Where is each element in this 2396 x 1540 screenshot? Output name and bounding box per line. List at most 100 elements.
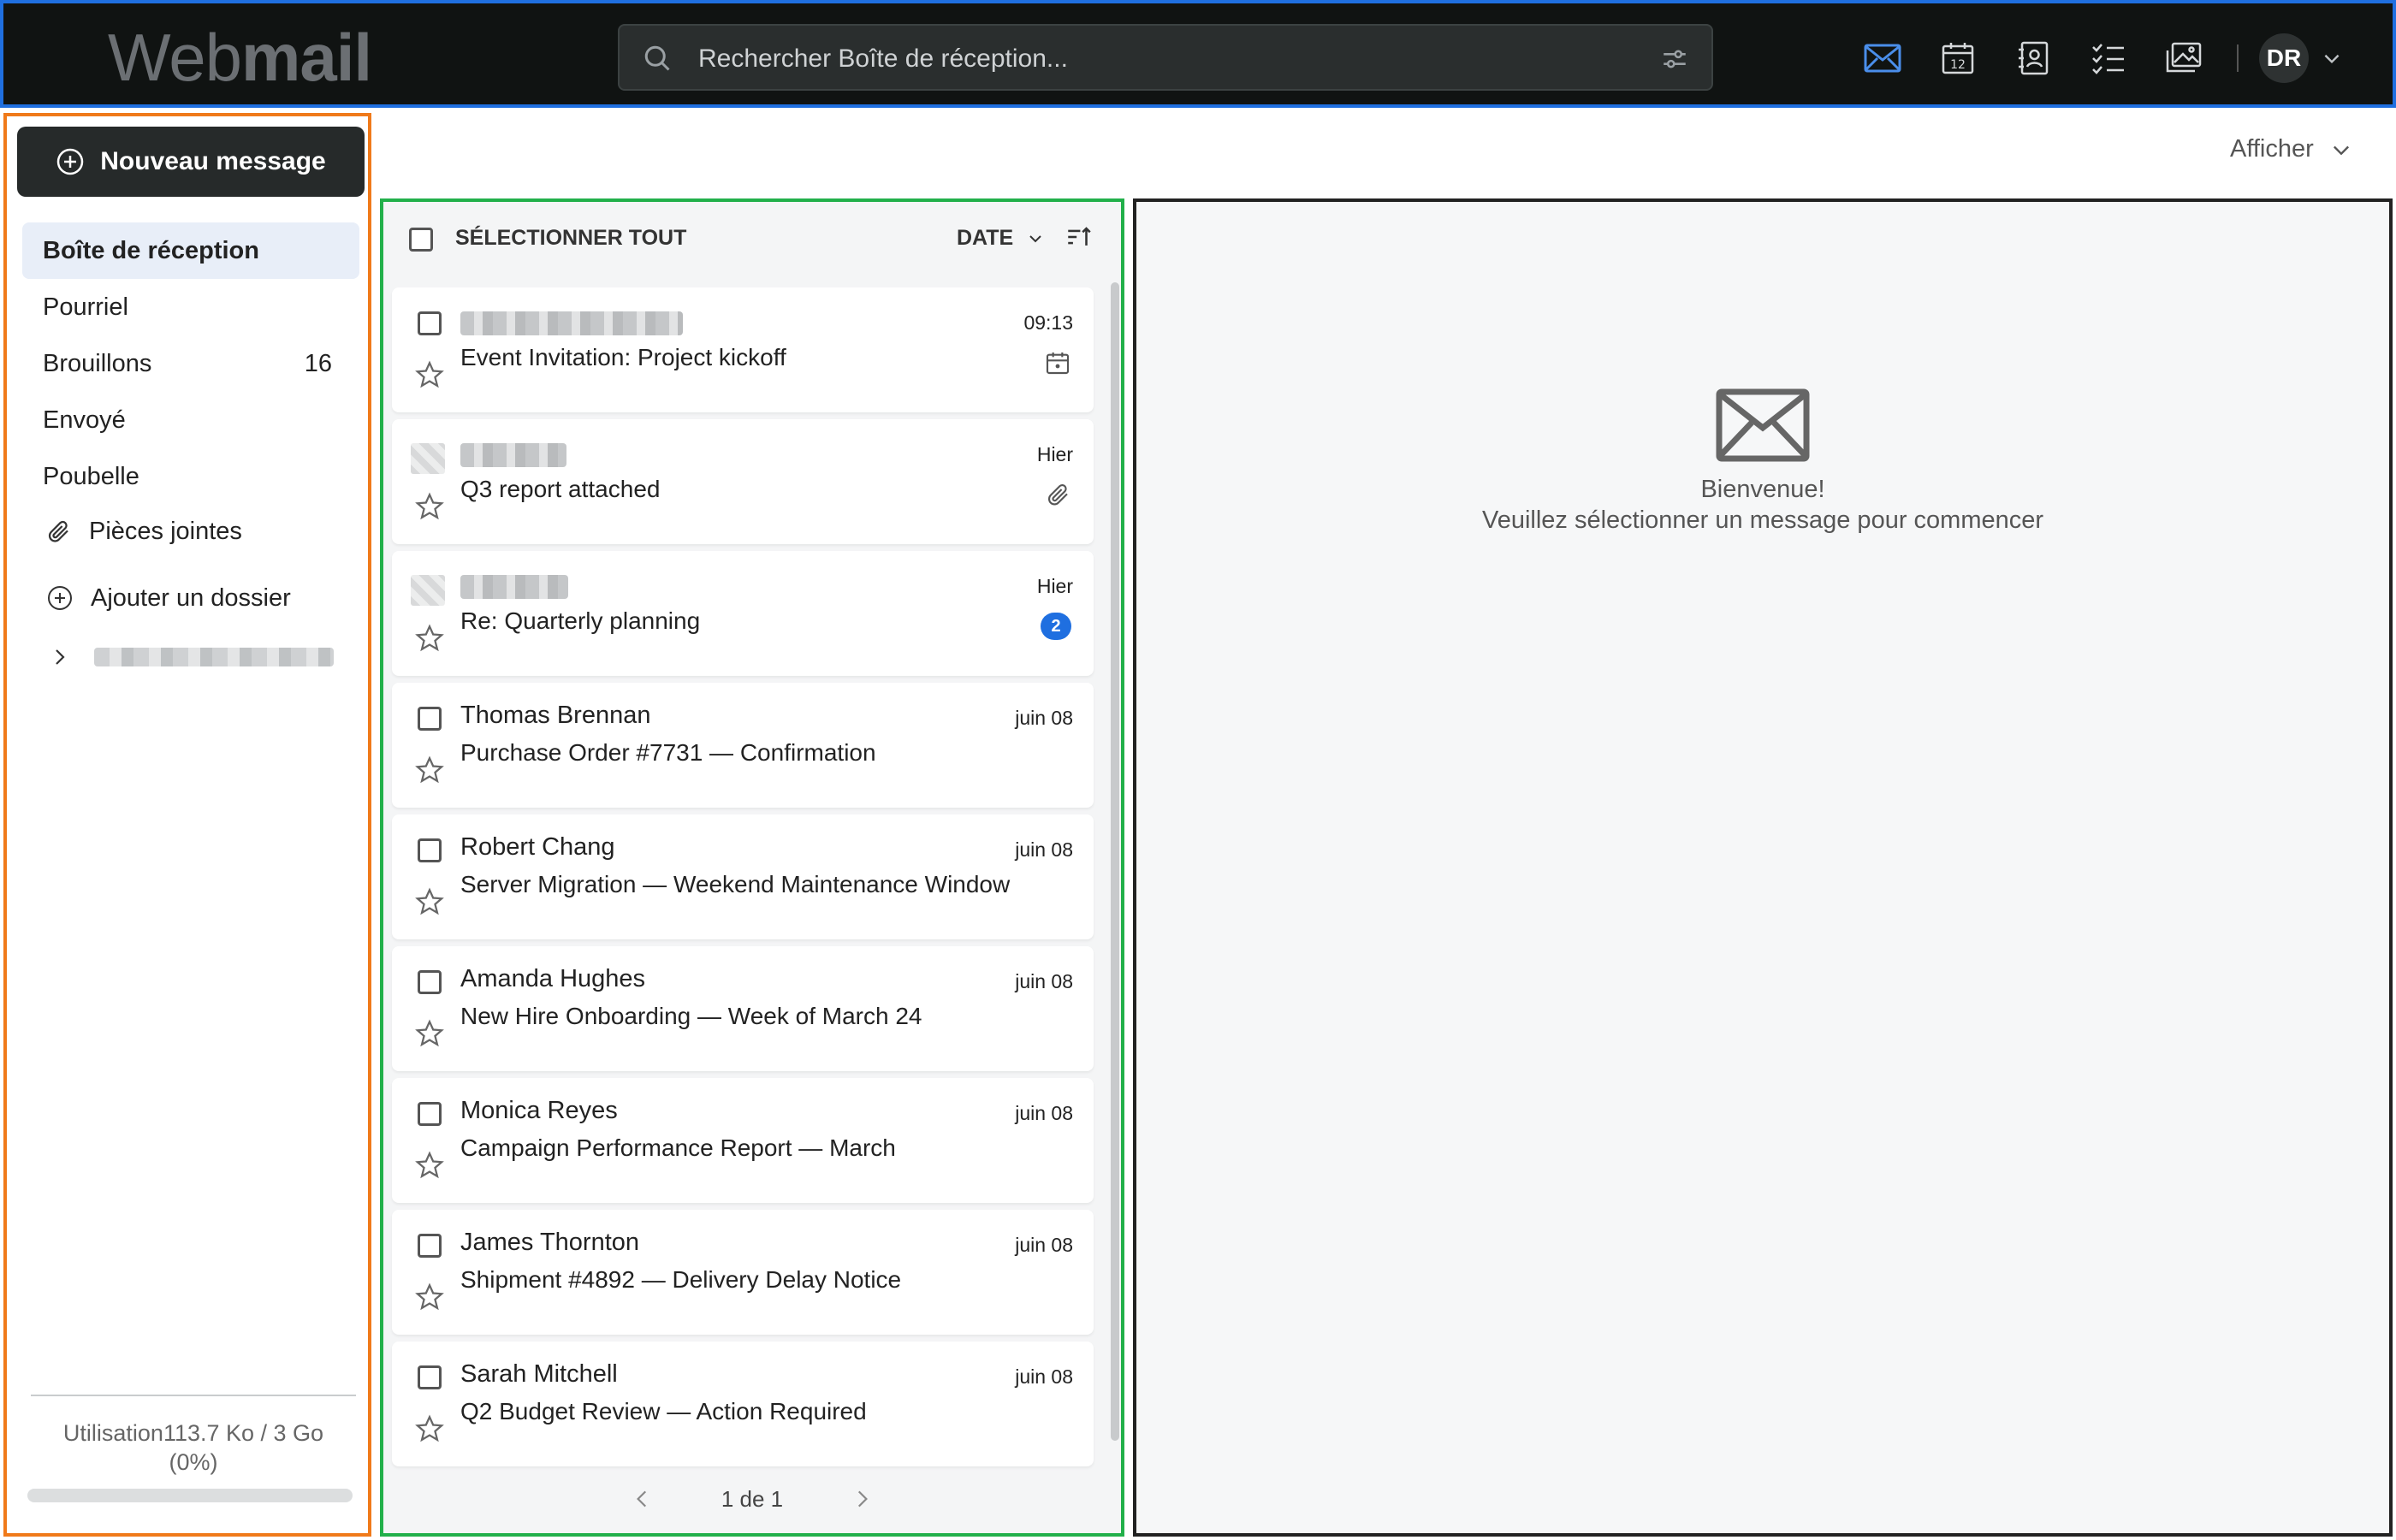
filter-sliders-icon[interactable] — [1660, 44, 1689, 74]
star-icon[interactable] — [414, 623, 445, 654]
select-all-checkbox[interactable] — [409, 228, 433, 252]
tasks-app-button[interactable] — [2086, 36, 2131, 80]
svg-text:12: 12 — [1950, 58, 1966, 72]
list-header: SÉLECTIONNER TOUT DATE — [383, 202, 1121, 277]
row-checkbox[interactable] — [418, 1365, 442, 1389]
folder-drafts[interactable]: Brouillons 16 — [22, 335, 359, 392]
message-row[interactable]: Robert Chang Server Migration — Weekend … — [392, 814, 1094, 939]
folder-spam[interactable]: Pourriel — [22, 279, 359, 335]
next-page-button[interactable] — [845, 1482, 879, 1516]
message-time: juin 08 — [1015, 1234, 1073, 1256]
calendar-app-button[interactable]: 12 — [1936, 36, 1980, 80]
pagination: 1 de 1 — [383, 1465, 1121, 1533]
search-placeholder: Rechercher Boîte de réception... — [698, 44, 1068, 73]
mail-icon — [1864, 44, 1901, 73]
sort-by-date-button[interactable]: DATE — [957, 226, 1046, 251]
row-checkbox[interactable] — [418, 311, 442, 335]
thread-count-badge: 2 — [1041, 613, 1071, 640]
star-icon[interactable] — [414, 1413, 445, 1444]
custom-folder-item[interactable] — [50, 645, 334, 669]
sort-order-icon[interactable] — [1065, 222, 1094, 252]
message-time: Hier — [1036, 575, 1073, 597]
plus-circle-icon — [57, 148, 84, 175]
row-checkbox[interactable] — [418, 707, 442, 731]
folder-label: Poubelle — [43, 462, 139, 490]
photos-app-button[interactable] — [2162, 36, 2206, 80]
folder-sent[interactable]: Envoyé — [22, 392, 359, 448]
storage-usage: Utilisation113.7 Ko / 3 Go (0%) — [24, 1419, 363, 1477]
view-menu-label: Afficher — [2230, 135, 2314, 163]
message-subject: Server Migration — Weekend Maintenance W… — [460, 871, 1011, 897]
chevron-left-icon — [636, 1490, 646, 1507]
message-subject: Re: Quarterly planning — [460, 607, 701, 634]
chevron-down-icon[interactable] — [2321, 47, 2343, 69]
message-time: juin 08 — [1015, 1102, 1073, 1124]
new-message-button[interactable]: Nouveau message — [17, 127, 365, 197]
message-row[interactable]: Thomas Brennan Purchase Order #7731 — Co… — [392, 683, 1094, 808]
folder-label: Envoyé — [43, 406, 126, 434]
row-checkbox[interactable] — [418, 1102, 442, 1126]
paperclip-icon — [1048, 484, 1068, 506]
sender-redacted — [460, 443, 566, 467]
star-icon[interactable] — [414, 755, 445, 785]
message-row[interactable]: James Thornton Shipment #4892 — Delivery… — [392, 1210, 1094, 1335]
message-sender: Robert Chang — [460, 833, 615, 861]
toolbar-divider — [2237, 44, 2239, 72]
star-icon[interactable] — [414, 491, 445, 522]
app-logo[interactable]: Webmail — [108, 19, 372, 96]
star-icon[interactable] — [414, 359, 445, 390]
scrollbar[interactable] — [1111, 282, 1119, 1441]
divider — [31, 1395, 356, 1396]
chevron-right-icon[interactable] — [50, 645, 70, 669]
attachments-link[interactable]: Pièces jointes — [46, 510, 242, 553]
new-message-label: Nouveau message — [100, 147, 326, 175]
star-icon[interactable] — [414, 1018, 445, 1049]
message-row[interactable]: Event Invitation: Project kickoff 09:13 — [392, 287, 1094, 412]
message-row[interactable]: Amanda Hughes New Hire Onboarding — Week… — [392, 946, 1094, 1071]
add-folder-label: Ajouter un dossier — [91, 583, 291, 612]
row-checkbox[interactable] — [418, 1234, 442, 1258]
sender-redacted — [460, 575, 568, 599]
page-indicator: 1 de 1 — [721, 1485, 784, 1512]
message-time: juin 08 — [1015, 1365, 1073, 1388]
usage-percent: (0%) — [169, 1449, 218, 1475]
star-icon[interactable] — [414, 1282, 445, 1312]
message-row[interactable]: Re: Quarterly planning Hier 2 — [392, 551, 1094, 676]
chevron-right-icon — [858, 1490, 869, 1507]
calendar-icon — [1046, 352, 1070, 375]
sender-redacted — [460, 311, 683, 335]
message-row[interactable]: Sarah Mitchell Q2 Budget Review — Action… — [392, 1342, 1094, 1466]
usage-bar — [27, 1489, 353, 1502]
row-checkbox[interactable] — [418, 970, 442, 994]
message-sender: Monica Reyes — [460, 1097, 618, 1124]
message-rows: Event Invitation: Project kickoff 09:13 … — [392, 287, 1094, 1473]
sidebar: Nouveau message Boîte de réception Pourr… — [3, 113, 371, 1537]
folder-trash[interactable]: Poubelle — [22, 448, 359, 505]
message-time: juin 08 — [1015, 970, 1073, 992]
checklist-icon — [2092, 44, 2124, 74]
message-row[interactable]: Monica Reyes Campaign Performance Report… — [392, 1078, 1094, 1203]
message-sender: Thomas Brennan — [460, 702, 651, 729]
add-folder-button[interactable]: Ajouter un dossier — [46, 577, 291, 619]
previous-page-button[interactable] — [626, 1482, 660, 1516]
contacts-app-button[interactable] — [2011, 36, 2055, 80]
folder-count: 16 — [304, 349, 332, 377]
star-icon[interactable] — [414, 886, 445, 917]
select-all-label[interactable]: SÉLECTIONNER TOUT — [455, 226, 686, 251]
folder-inbox[interactable]: Boîte de réception — [22, 222, 359, 279]
folder-list: Boîte de réception Pourriel Brouillons 16… — [22, 222, 359, 505]
contacts-icon — [2019, 41, 2049, 75]
mail-app-button[interactable] — [1860, 36, 1905, 80]
message-sender: Amanda Hughes — [460, 965, 646, 992]
message-time: 09:13 — [1023, 311, 1073, 334]
message-row[interactable]: Q3 report attached Hier — [392, 419, 1094, 544]
calendar-icon: 12 — [1942, 43, 1974, 74]
message-time: juin 08 — [1015, 707, 1073, 729]
message-time: Hier — [1036, 443, 1073, 465]
folder-label: Brouillons — [43, 349, 152, 377]
row-checkbox[interactable] — [418, 838, 442, 862]
view-menu-button[interactable]: Afficher — [2230, 135, 2353, 163]
star-icon[interactable] — [414, 1150, 445, 1181]
user-avatar[interactable]: DR — [2259, 33, 2309, 83]
search-input[interactable]: Rechercher Boîte de réception... — [618, 24, 1713, 91]
